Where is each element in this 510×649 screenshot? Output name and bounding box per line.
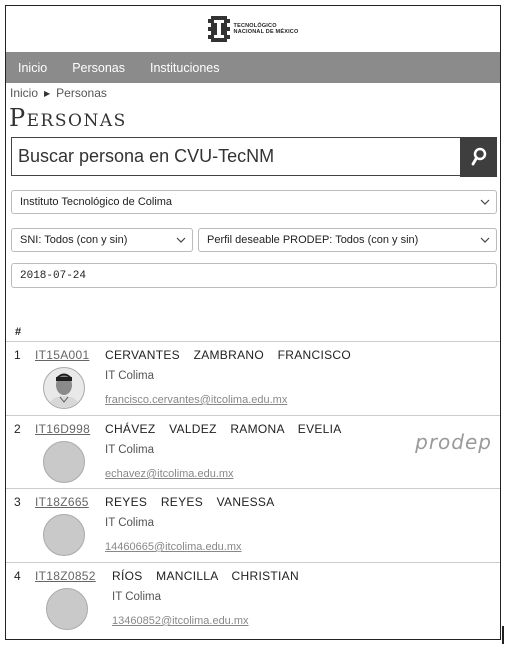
table-row: 2 IT16D998 CHÁVEZ VALDEZ RAMONA EVELIA I… <box>6 416 500 489</box>
row-number: 2 <box>14 422 21 436</box>
email-link[interactable]: echavez@itcolima.edu.mx <box>105 468 234 480</box>
cvu-link[interactable]: IT18Z0852 <box>35 569 96 583</box>
search-bar <box>11 137 497 178</box>
person-name: RÍOS MANCILLA CHRISTIAN <box>112 569 299 583</box>
row-number: 1 <box>14 348 21 362</box>
nav-item-personas[interactable]: Personas <box>72 61 125 75</box>
institution-select-value: Instituto Tecnológico de Colima <box>20 196 173 208</box>
breadcrumb-current: Personas <box>56 86 107 100</box>
person-name: CERVANTES ZAMBRANO FRANCISCO <box>105 348 351 362</box>
row-number: 3 <box>14 495 21 509</box>
logo-text: TECNOLÓGICO NACIONAL DE MÉXICO <box>234 23 299 36</box>
logo-line-2: NACIONAL DE MÉXICO <box>233 29 299 35</box>
table-row: 3 IT18Z665 REYES REYES VANESSA IT Colima… <box>6 489 500 562</box>
chevron-down-icon <box>480 199 490 205</box>
prodep-badge: prodep <box>415 430 492 454</box>
email-link[interactable]: 13460852@itcolima.edu.mx <box>112 615 249 627</box>
table-row: 4 IT18Z0852 RÍOS MANCILLA CHRISTIAN IT C… <box>6 563 500 636</box>
person-name: CHÁVEZ VALDEZ RAMONA EVELIA <box>105 422 342 436</box>
avatar <box>43 367 85 409</box>
triangle-right-icon: ▶ <box>44 88 51 98</box>
email-link[interactable]: 14460665@itcolima.edu.mx <box>105 541 242 553</box>
email-link[interactable]: francisco.cervantes@itcolima.edu.mx <box>105 394 287 406</box>
search-icon <box>471 147 486 166</box>
breadcrumb: Inicio ▶ Personas <box>10 86 107 100</box>
browser-frame: TECNOLÓGICO NACIONAL DE MÉXICO Inicio Pe… <box>5 5 501 640</box>
search-input[interactable] <box>11 137 460 176</box>
text-cursor <box>502 626 504 644</box>
chevron-down-icon <box>480 237 490 243</box>
avatar-placeholder <box>46 588 88 630</box>
table-header-number: # <box>15 326 22 338</box>
avatar-placeholder <box>43 441 85 483</box>
row-number: 4 <box>14 569 21 583</box>
nav-item-instituciones[interactable]: Instituciones <box>150 61 219 75</box>
page-title: Personas <box>9 104 127 132</box>
date-field[interactable]: 2018-07-24 <box>11 263 497 288</box>
person-name: REYES REYES VANESSA <box>105 495 275 509</box>
header-logo-bar: TECNOLÓGICO NACIONAL DE MÉXICO <box>6 6 500 52</box>
table-row: 1 IT15A001 CERVANTES ZAMBRANO FRANCISCO … <box>6 342 500 415</box>
cvu-link[interactable]: IT16D998 <box>35 422 90 436</box>
cvu-link[interactable]: IT18Z665 <box>35 495 89 509</box>
person-institution: IT Colima <box>112 591 161 603</box>
search-button[interactable] <box>460 137 497 177</box>
nav-item-inicio[interactable]: Inicio <box>18 61 47 75</box>
person-institution: IT Colima <box>105 444 154 456</box>
prodep-select[interactable]: Perfil deseable PRODEP: Todos (con y sin… <box>198 228 497 252</box>
sni-select[interactable]: SNI: Todos (con y sin) <box>11 228 193 252</box>
person-institution: IT Colima <box>105 517 154 529</box>
person-photo <box>48 373 80 408</box>
cvu-link[interactable]: IT15A001 <box>35 348 89 362</box>
chevron-down-icon <box>176 237 186 243</box>
main-nav: Inicio Personas Instituciones <box>6 52 500 83</box>
institution-select[interactable]: Instituto Tecnológico de Colima <box>11 190 497 214</box>
person-institution: IT Colima <box>105 370 154 382</box>
avatar-placeholder <box>43 514 85 556</box>
prodep-select-value: Perfil deseable PRODEP: Todos (con y sin… <box>207 234 419 246</box>
breadcrumb-home-link[interactable]: Inicio <box>10 86 38 100</box>
sni-select-value: SNI: Todos (con y sin) <box>20 234 128 246</box>
tecnm-logo[interactable]: TECNOLÓGICO NACIONAL DE MÉXICO <box>207 14 299 44</box>
gear-logo-icon <box>207 16 230 42</box>
